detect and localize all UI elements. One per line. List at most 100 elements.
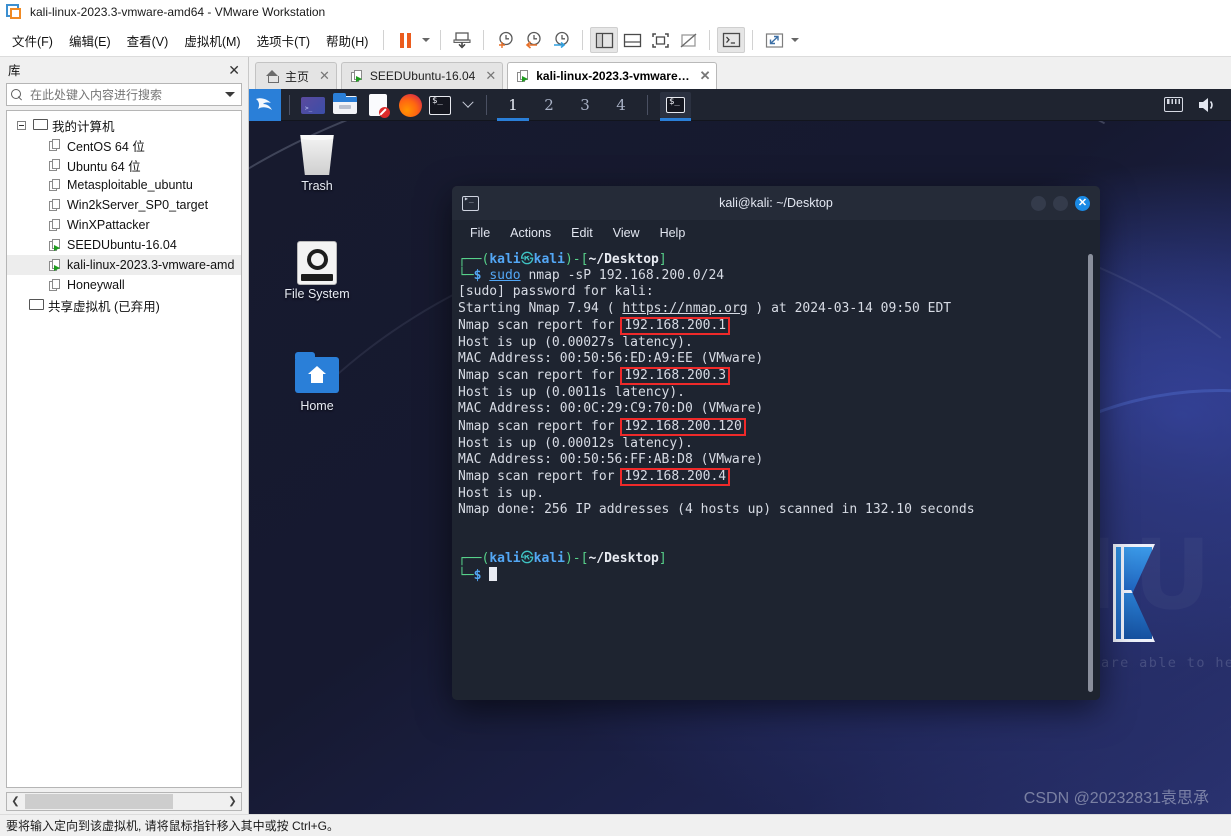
tree-item-centos[interactable]: CentOS 64 位 — [7, 135, 241, 155]
terminal-line: Nmap done: 256 IP addresses (4 hosts up)… — [458, 502, 975, 518]
snapshot-take-button[interactable] — [491, 27, 519, 53]
launcher-root-terminal[interactable] — [429, 92, 455, 118]
desktop-icon-trash[interactable]: Trash — [271, 131, 363, 193]
vm-pane: 主页 ✕ SEEDUbuntu-16.04 ✕ kali-linux-2023.… — [249, 57, 1231, 814]
scrollbar-thumb[interactable] — [25, 794, 173, 809]
show-console-button[interactable] — [618, 27, 646, 53]
library-tree[interactable]: 我的计算机 CentOS 64 位 Ubuntu 64 位 Metasploit… — [6, 110, 242, 788]
unity-button[interactable] — [674, 27, 702, 53]
launcher-firefox[interactable] — [397, 92, 423, 118]
close-icon[interactable]: ✕ — [228, 63, 240, 77]
tree-item-winxpattacker[interactable]: WinXPattacker — [7, 215, 241, 235]
workspace-2[interactable]: 2 — [531, 89, 567, 121]
tab-seedubuntu[interactable]: SEEDUbuntu-16.04 ✕ — [340, 62, 504, 89]
collapse-icon[interactable] — [17, 120, 26, 130]
pause-dropdown[interactable] — [419, 27, 433, 53]
power-button[interactable] — [448, 27, 476, 53]
kali-k-logo-icon — [1113, 544, 1163, 642]
show-library-button[interactable] — [590, 27, 619, 53]
terminal-output[interactable]: ┌──(kali㉿kali)-[~/Desktop] └─$ sudo nmap… — [452, 246, 1100, 700]
library-search[interactable] — [6, 83, 242, 106]
stretch-dropdown[interactable] — [788, 27, 802, 53]
launcher-file-manager[interactable] — [333, 92, 359, 118]
tab-label: kali-linux-2023.3-vmware… — [536, 69, 690, 83]
scroll-left-icon[interactable]: ❮ — [7, 793, 24, 810]
maximize-button[interactable] — [1053, 195, 1068, 211]
launcher-more-chevron[interactable] — [458, 92, 478, 118]
panel-left-icon — [595, 32, 614, 48]
workspace-1[interactable]: 1 — [495, 89, 531, 121]
tree-item-metasploitable[interactable]: Metasploitable_ubuntu — [7, 175, 241, 195]
home-folder-icon — [271, 351, 363, 399]
menu-edit[interactable]: 编辑(E) — [61, 27, 119, 54]
close-button[interactable]: ✕ — [1075, 195, 1090, 211]
chevron-down-icon — [422, 38, 431, 42]
vmware-logo-icon — [6, 3, 22, 20]
nmap-report-prefix: Nmap scan report for — [458, 368, 623, 384]
tree-item-honeywall[interactable]: Honeywall — [7, 275, 241, 295]
menu-help[interactable]: 帮助(H) — [318, 27, 376, 54]
terminal-titlebar[interactable]: kali@kali: ~/Desktop ✕ — [452, 186, 1100, 220]
terminal-scrollbar[interactable] — [1088, 254, 1093, 692]
scrollbar-thumb[interactable] — [1088, 254, 1093, 692]
terminal-icon — [462, 194, 479, 211]
launcher-terminal-emulator[interactable]: >_ — [301, 92, 327, 118]
chevron-down-icon[interactable] — [225, 92, 235, 97]
library-horizontal-scrollbar[interactable]: ❮ ❯ — [6, 792, 242, 811]
vm-screen[interactable]: KALI LINUX "the quieter you become, the … — [249, 89, 1231, 814]
pause-button[interactable] — [391, 27, 419, 53]
menu-view[interactable]: 查看(V) — [119, 27, 177, 54]
tab-kali-linux[interactable]: kali-linux-2023.3-vmware… ✕ — [507, 62, 718, 89]
taskbar-item-terminal[interactable] — [660, 91, 691, 121]
tree-item-ubuntu[interactable]: Ubuntu 64 位 — [7, 155, 241, 175]
vm-tabstrip: 主页 ✕ SEEDUbuntu-16.04 ✕ kali-linux-2023.… — [249, 57, 1231, 89]
nmap-report-prefix: Nmap scan report for — [458, 418, 623, 434]
menu-tabs[interactable]: 选项卡(T) — [249, 27, 318, 54]
minimize-button[interactable] — [1031, 195, 1046, 211]
window-titlebar: kali-linux-2023.3-vmware-amd64 - VMware … — [0, 0, 1231, 24]
terminal-menu-view[interactable]: View — [613, 226, 640, 240]
terminal-line: ┌──(kali㉿kali)-[~/Desktop] — [458, 252, 667, 267]
terminal-menu-help[interactable]: Help — [660, 226, 686, 240]
stretch-button[interactable] — [760, 27, 788, 53]
terminal-menu-actions[interactable]: Actions — [510, 226, 551, 240]
launcher-text-editor[interactable] — [365, 92, 391, 118]
terminal-menubar: File Actions Edit View Help — [452, 220, 1100, 246]
cli-button[interactable] — [717, 27, 746, 53]
speaker-icon[interactable] — [1197, 96, 1217, 114]
snapshot-revert-button[interactable] — [519, 27, 547, 53]
terminal-menu-edit[interactable]: Edit — [571, 226, 593, 240]
vm-icon — [350, 69, 364, 83]
desktop-icon-label: File System — [284, 287, 350, 301]
panel-separator — [486, 94, 487, 115]
tab-home[interactable]: 主页 ✕ — [255, 62, 337, 89]
scroll-right-icon[interactable]: ❯ — [224, 793, 241, 810]
fullscreen-button[interactable] — [646, 27, 674, 53]
close-icon[interactable]: ✕ — [319, 68, 330, 84]
terminal-line: Host is up (0.00027s latency). — [458, 334, 693, 350]
workspace-4[interactable]: 4 — [603, 89, 639, 121]
kali-applications-menu-button[interactable] — [249, 89, 281, 121]
tree-item-my-computer[interactable]: 我的计算机 — [7, 115, 241, 135]
desktop-icon-file-system[interactable]: File System — [271, 239, 363, 301]
tree-item-kali-linux[interactable]: kali-linux-2023.3-vmware-amd — [7, 255, 241, 275]
tree-item-shared-vms[interactable]: 共享虚拟机 (已弃用) — [7, 295, 241, 315]
network-icon[interactable] — [1164, 97, 1183, 112]
search-input[interactable] — [28, 86, 220, 103]
terminal-menu-file[interactable]: File — [470, 226, 490, 240]
menu-vm[interactable]: 虚拟机(M) — [176, 27, 248, 54]
menu-file[interactable]: 文件(F) — [4, 27, 61, 54]
terminal-window[interactable]: kali@kali: ~/Desktop ✕ File Actions Edi — [452, 186, 1100, 700]
terminal-line: ┌──(kali㉿kali)-[~/Desktop] — [458, 550, 667, 566]
disk-icon — [271, 239, 363, 287]
tree-item-seedubuntu[interactable]: SEEDUbuntu-16.04 — [7, 235, 241, 255]
terminal-line: MAC Address: 00:50:56:FF:AB:D8 (VMware) — [458, 451, 764, 467]
snapshot-manager-button[interactable] — [547, 27, 575, 53]
workspace-3[interactable]: 3 — [567, 89, 603, 121]
tree-item-win2kserver[interactable]: Win2kServer_SP0_target — [7, 195, 241, 215]
desktop-icon-home[interactable]: Home — [271, 351, 363, 413]
highlighted-ip-4: 192.168.200.4 — [620, 468, 731, 487]
close-icon[interactable]: ✕ — [700, 68, 711, 84]
close-icon[interactable]: ✕ — [485, 68, 496, 84]
highlighted-ip-2: 192.168.200.3 — [620, 367, 731, 386]
